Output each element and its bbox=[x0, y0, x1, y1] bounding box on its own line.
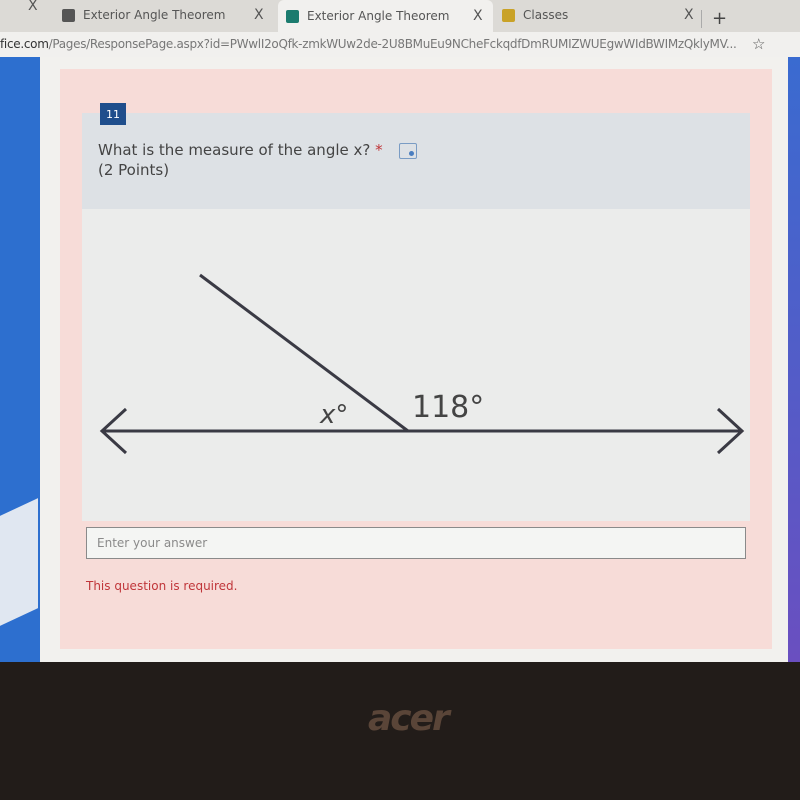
url-text[interactable]: fice.com/Pages/ResponsePage.aspx?id=PWwl… bbox=[0, 37, 737, 51]
tab-separator bbox=[701, 10, 702, 28]
new-tab-button[interactable]: + bbox=[712, 8, 727, 29]
prev-tab-close-icon[interactable]: X bbox=[28, 0, 38, 14]
tab-exterior-angle-2[interactable]: Exterior Angle Theorem X bbox=[278, 0, 493, 32]
close-tab-icon[interactable]: X bbox=[254, 7, 264, 23]
question-image: x° 118° bbox=[82, 209, 750, 521]
forms-icon bbox=[286, 9, 299, 23]
url-path: /Pages/ResponsePage.aspx?id=PWwlI2oQfk-z… bbox=[48, 37, 737, 51]
required-asterisk: * bbox=[375, 141, 383, 159]
tab-label: Exterior Angle Theorem bbox=[83, 8, 226, 22]
angle-diagram: x° 118° bbox=[99, 273, 745, 455]
question-points: (2 Points) bbox=[98, 161, 170, 179]
angle-118-label: 118° bbox=[412, 390, 484, 425]
bookmark-star-icon[interactable]: ☆ bbox=[752, 35, 765, 53]
classroom-icon bbox=[62, 8, 75, 22]
tab-exterior-angle-1[interactable]: Exterior Angle Theorem X bbox=[62, 0, 272, 30]
question-title: What is the measure of the angle x? * bbox=[98, 141, 418, 159]
page-viewport: 11 What is the measure of the angle x? *… bbox=[0, 57, 800, 662]
question-card: 11 What is the measure of the angle x? *… bbox=[60, 69, 772, 649]
tab-classes[interactable]: Classes X bbox=[502, 0, 702, 30]
decorative-paper-graphic bbox=[0, 498, 38, 626]
address-bar[interactable]: fice.com/Pages/ResponsePage.aspx?id=PWwl… bbox=[0, 32, 800, 58]
page-background-right bbox=[788, 57, 800, 662]
question-header: 11 What is the measure of the angle x? *… bbox=[82, 103, 750, 209]
required-error-message: This question is required. bbox=[86, 579, 238, 593]
answer-input[interactable] bbox=[86, 527, 746, 559]
close-tab-icon[interactable]: X bbox=[684, 7, 694, 23]
question-number-badge: 11 bbox=[100, 103, 126, 125]
tab-label: Classes bbox=[523, 8, 569, 22]
question-text: What is the measure of the angle x? bbox=[98, 141, 371, 159]
close-tab-icon[interactable]: X bbox=[473, 8, 483, 24]
laptop-bezel: acer bbox=[0, 662, 800, 800]
browser-tab-bar: X Exterior Angle Theorem X Exterior Angl… bbox=[0, 0, 800, 32]
url-host: fice.com bbox=[0, 37, 49, 51]
ray-line bbox=[199, 273, 409, 433]
brand-logo: acer bbox=[368, 698, 450, 739]
classroom-icon bbox=[502, 8, 515, 22]
angle-x-label: x° bbox=[319, 400, 348, 430]
immersive-reader-icon[interactable] bbox=[399, 142, 418, 159]
tab-label: Exterior Angle Theorem bbox=[307, 9, 450, 23]
